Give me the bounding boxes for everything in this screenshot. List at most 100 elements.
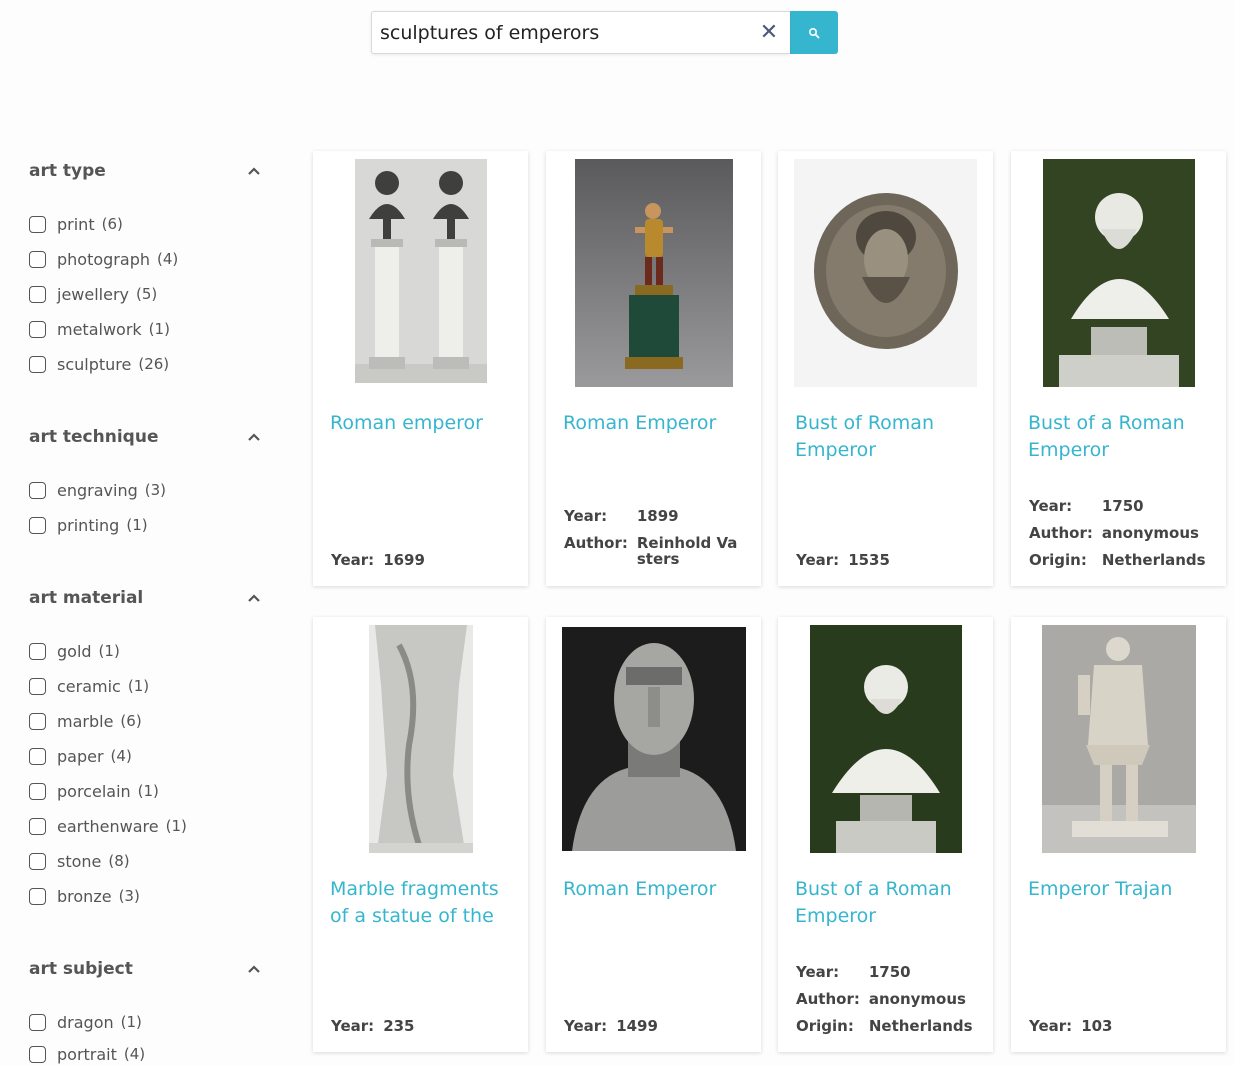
checkbox[interactable] — [29, 481, 46, 499]
facet-header-art-type[interactable]: art type — [29, 160, 261, 182]
filter-option-marble[interactable]: marble (6) — [29, 710, 142, 732]
option-count: (1) — [165, 817, 187, 835]
result-card[interactable]: Emperor Trajan Year: 103 — [1011, 617, 1226, 1052]
option-label: earthenware — [57, 816, 159, 836]
year-label: Year: — [331, 551, 375, 569]
option-label: stone — [57, 851, 102, 871]
filter-option-sculpture[interactable]: sculpture (26) — [29, 353, 169, 375]
filter-option-bronze[interactable]: bronze (3) — [29, 885, 140, 907]
result-card[interactable]: Roman Emperor Year: 1899 Author: Reinhold … — [546, 151, 761, 586]
result-card[interactable]: Bust of a Roman Emperor Year: 1750 Author… — [778, 617, 993, 1052]
chevron-up-icon[interactable] — [247, 964, 261, 974]
result-title[interactable]: Bust of a Roman Emperor — [1028, 410, 1213, 464]
clear-search-button[interactable]: ✕ — [758, 21, 780, 45]
filter-option-portrait[interactable]: portrait (4) — [29, 1043, 145, 1065]
year-label: Year: — [564, 1017, 608, 1035]
result-card[interactable]: Bust of Roman Emperor Year: 1535 — [778, 151, 993, 586]
option-label: gold — [57, 641, 92, 661]
filter-option-gold[interactable]: gold (1) — [29, 640, 120, 662]
result-title[interactable]: Bust of Roman Emperor — [795, 410, 980, 464]
option-count: (3) — [118, 887, 140, 905]
origin-label: Origin: — [796, 1017, 854, 1035]
checkbox[interactable] — [29, 887, 46, 905]
filter-option-jewellery[interactable]: jewellery (5) — [29, 283, 157, 305]
facet-header-art-technique[interactable]: art technique — [29, 426, 261, 448]
search-button[interactable] — [790, 11, 838, 54]
option-count: (4) — [156, 250, 179, 268]
checkbox[interactable] — [29, 747, 46, 765]
checkbox[interactable] — [29, 320, 46, 338]
filter-option-porcelain[interactable]: porcelain (1) — [29, 780, 159, 802]
result-metadata: Year: 1699 — [331, 547, 513, 574]
result-card[interactable]: Roman emperor Year: 1699 — [313, 151, 528, 586]
option-label: metalwork — [57, 319, 142, 339]
search-input[interactable] — [380, 20, 750, 46]
option-count: (26) — [138, 355, 170, 373]
author-value: anonymous — [1101, 524, 1199, 542]
filter-option-earthenware[interactable]: earthenware (1) — [29, 815, 187, 837]
result-title[interactable]: Emperor Trajan — [1028, 876, 1213, 903]
filter-option-printing[interactable]: printing (1) — [29, 514, 148, 536]
checkbox[interactable] — [29, 642, 46, 660]
checkbox[interactable] — [29, 782, 46, 800]
result-title[interactable]: Marble fragments of a statue of the — [330, 876, 515, 930]
checkbox[interactable] — [29, 285, 46, 303]
chevron-up-icon[interactable] — [247, 166, 261, 176]
result-card[interactable]: Marble fragments of a statue of the Year… — [313, 617, 528, 1052]
filter-option-photograph[interactable]: photograph (4) — [29, 248, 178, 270]
filter-option-paper[interactable]: paper (4) — [29, 745, 132, 767]
result-metadata: Year: 1899 Author: Reinhold Vasters — [564, 503, 746, 573]
chevron-up-icon[interactable] — [247, 593, 261, 603]
year-value: 1535 — [848, 551, 890, 569]
checkbox[interactable] — [29, 355, 46, 373]
author-label: Author: — [564, 534, 628, 552]
facet-header-art-subject[interactable]: art subject — [29, 958, 261, 980]
filter-option-dragon[interactable]: dragon (1) — [29, 1011, 142, 1033]
checkbox[interactable] — [29, 817, 46, 835]
option-label: ceramic — [57, 676, 121, 696]
author-label: Author: — [1029, 524, 1093, 542]
artwork-image — [313, 159, 528, 387]
filter-option-ceramic[interactable]: ceramic (1) — [29, 675, 149, 697]
checkbox[interactable] — [29, 516, 46, 534]
option-count: (6) — [101, 215, 123, 233]
chevron-up-icon[interactable] — [247, 432, 261, 442]
year-label: Year: — [331, 1017, 375, 1035]
result-metadata: Year: 1499 — [564, 1013, 746, 1040]
year-label: Year: — [796, 551, 840, 569]
option-count: (6) — [120, 712, 142, 730]
result-card[interactable]: Bust of a Roman Emperor Year: 1750 Author… — [1011, 151, 1226, 586]
result-title[interactable]: Roman Emperor — [563, 876, 748, 903]
result-title[interactable]: Roman emperor — [330, 410, 515, 437]
origin-value: Netherlands — [868, 1017, 973, 1035]
filter-option-engraving[interactable]: engraving (3) — [29, 479, 166, 501]
filter-option-print[interactable]: print (6) — [29, 213, 123, 235]
year-label: Year: — [1029, 1017, 1073, 1035]
filter-option-stone[interactable]: stone (8) — [29, 850, 130, 872]
facet-header-art-material[interactable]: art material — [29, 587, 261, 609]
option-count: (1) — [137, 782, 159, 800]
artwork-image — [313, 625, 528, 853]
artwork-image — [546, 159, 761, 387]
checkbox[interactable] — [29, 712, 46, 730]
search-icon — [808, 27, 820, 38]
checkbox[interactable] — [29, 852, 46, 870]
filter-option-metalwork[interactable]: metalwork (1) — [29, 318, 170, 340]
checkbox[interactable] — [29, 1045, 46, 1063]
checkbox[interactable] — [29, 677, 46, 695]
result-title[interactable]: Roman Emperor — [563, 410, 748, 437]
option-label: marble — [57, 711, 114, 731]
result-title[interactable]: Bust of a Roman Emperor — [795, 876, 980, 930]
checkbox[interactable] — [29, 215, 46, 233]
checkbox[interactable] — [29, 250, 46, 268]
author-value: anonymous — [868, 990, 966, 1008]
option-label: photograph — [57, 249, 150, 269]
option-count: (4) — [123, 1045, 146, 1063]
facet-title: art type — [29, 161, 106, 181]
option-count: (1) — [120, 1013, 142, 1031]
checkbox[interactable] — [29, 1013, 46, 1031]
close-icon: ✕ — [759, 20, 779, 45]
option-label: portrait — [57, 1044, 117, 1064]
year-value: 235 — [383, 1017, 415, 1035]
result-card[interactable]: Roman Emperor Year: 1499 — [546, 617, 761, 1052]
